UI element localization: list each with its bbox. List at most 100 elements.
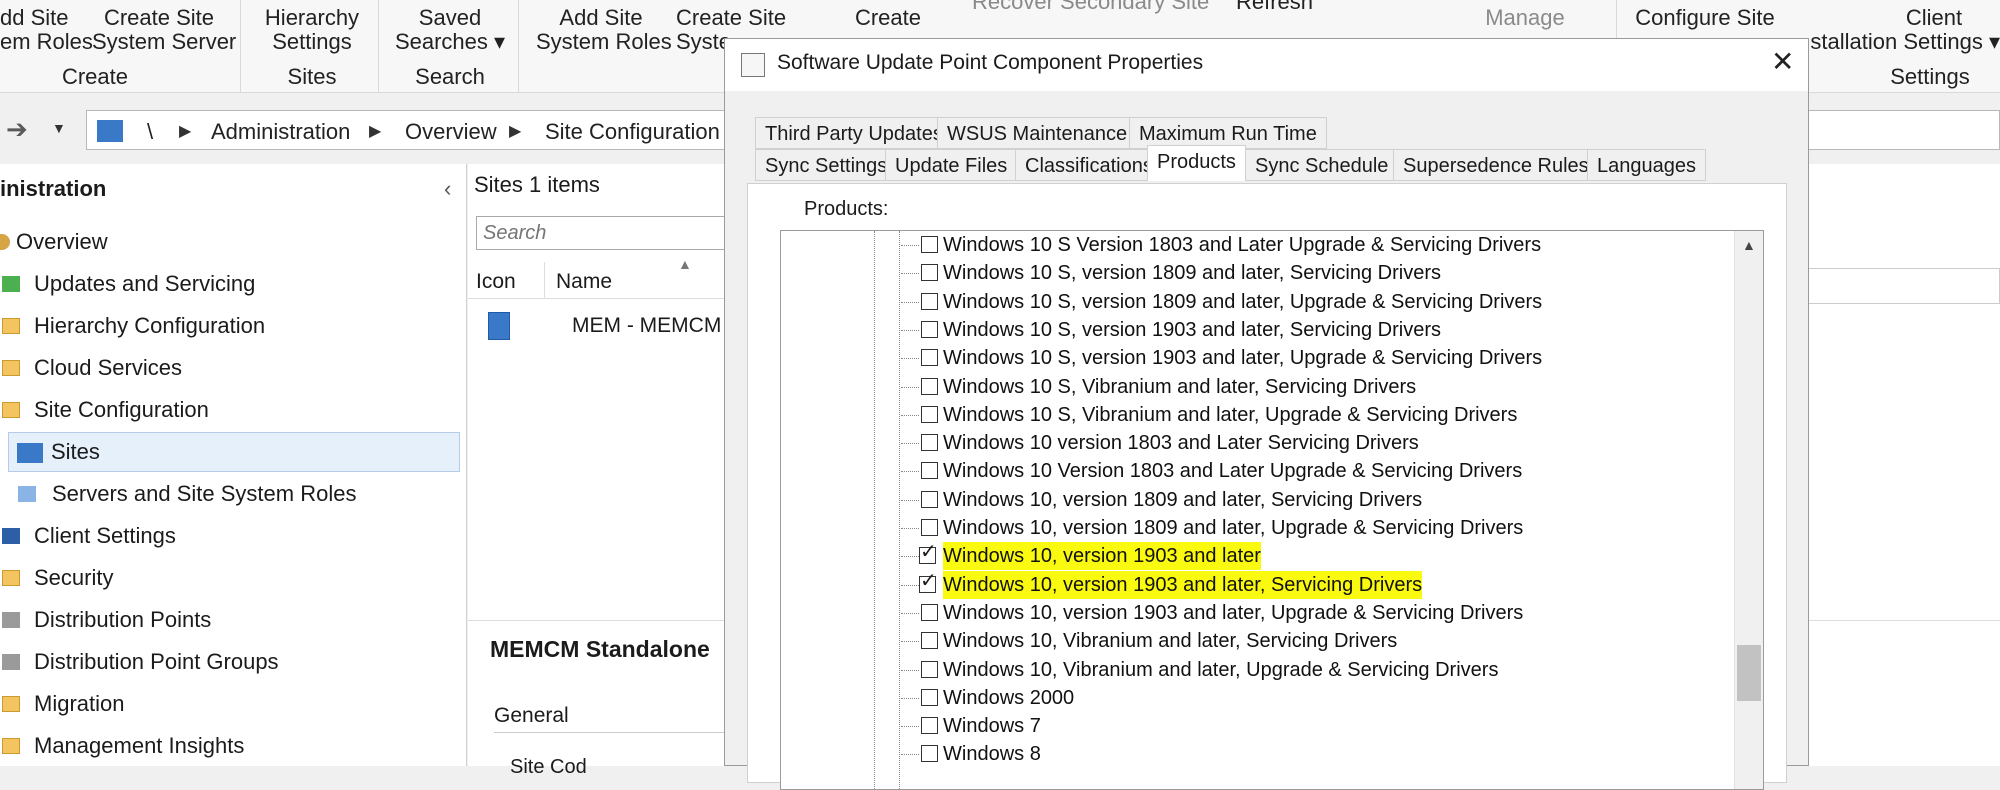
product-checkbox[interactable] bbox=[921, 717, 938, 734]
saved-searches-button[interactable]: Saved Searches ▾ bbox=[390, 6, 510, 54]
product-checkbox[interactable] bbox=[921, 661, 938, 678]
product-item[interactable]: Windows 2000 bbox=[943, 684, 1074, 712]
product-checkbox[interactable] bbox=[921, 264, 938, 281]
manage-button[interactable]: Manage bbox=[1480, 6, 1570, 30]
nav-item-site-configuration[interactable]: Site Configuration bbox=[0, 394, 209, 426]
tab-products[interactable]: Products bbox=[1147, 145, 1246, 181]
add-site-system-roles-button-2[interactable]: Add Site System Roles bbox=[536, 6, 672, 54]
product-checkbox[interactable]: ✓ bbox=[919, 542, 937, 564]
nav-item-updates-and-servicing[interactable]: Updates and Servicing bbox=[0, 268, 255, 300]
tree-connector bbox=[901, 641, 919, 642]
product-checkbox[interactable] bbox=[921, 519, 938, 536]
tab-supersedence-rules[interactable]: Supersedence Rules bbox=[1393, 149, 1599, 181]
column-header-name[interactable]: Name bbox=[556, 270, 612, 294]
product-item[interactable]: Windows 10, version 1903 and later bbox=[943, 542, 1261, 570]
product-item[interactable]: Windows 10 S, Vibranium and later, Servi… bbox=[943, 373, 1416, 401]
product-checkbox[interactable] bbox=[921, 378, 938, 395]
tab-classifications[interactable]: Classifications bbox=[1015, 149, 1163, 181]
refresh-button[interactable]: Refresh bbox=[1236, 0, 1346, 14]
product-item[interactable]: Windows 10, version 1809 and later, Upgr… bbox=[943, 514, 1523, 542]
ribbon-label: em Roles bbox=[0, 29, 93, 54]
product-checkbox[interactable] bbox=[921, 434, 938, 451]
product-checkbox[interactable] bbox=[921, 689, 938, 706]
create-site-system-server-button[interactable]: Create Site System Server bbox=[92, 6, 236, 54]
nav-item-client-settings[interactable]: Client Settings bbox=[0, 520, 176, 552]
breadcrumb-overview[interactable]: Overview bbox=[405, 119, 497, 145]
nav-item-distribution-points[interactable]: Distribution Points bbox=[0, 604, 211, 636]
nav-item-servers-and-site-system-roles[interactable]: Servers and Site System Roles bbox=[18, 478, 356, 510]
product-checkbox[interactable] bbox=[921, 632, 938, 649]
breadcrumb-site-configuration[interactable]: Site Configuration bbox=[545, 119, 720, 145]
product-item[interactable]: Windows 10, Vibranium and later, Servici… bbox=[943, 627, 1397, 655]
scrollbar-thumb[interactable] bbox=[1737, 645, 1761, 701]
product-item[interactable]: Windows 10 Version 1803 and Later Upgrad… bbox=[943, 457, 1522, 485]
column-header-icon[interactable]: Icon bbox=[476, 270, 516, 294]
folder-icon bbox=[2, 570, 20, 586]
collapse-pane-icon[interactable]: ‹ bbox=[444, 176, 451, 202]
product-item[interactable]: Windows 10 version 1803 and Later Servic… bbox=[943, 429, 1419, 457]
recover-secondary-site-button[interactable]: Recover Secondary Site bbox=[972, 0, 1222, 14]
product-checkbox[interactable] bbox=[921, 491, 938, 508]
product-item[interactable]: Windows 10 S, Vibranium and later, Upgra… bbox=[943, 401, 1517, 429]
nav-item-label: Management Insights bbox=[34, 733, 245, 758]
product-item[interactable]: Windows 10 S, version 1809 and later, Up… bbox=[943, 288, 1542, 316]
tab-third-party-updates[interactable]: Third Party Updates bbox=[755, 117, 953, 149]
product-checkbox[interactable] bbox=[921, 745, 938, 762]
product-item[interactable]: Windows 10 S, version 1903 and later, Up… bbox=[943, 344, 1542, 372]
product-checkbox[interactable] bbox=[921, 604, 938, 621]
nav-item-label: Updates and Servicing bbox=[34, 271, 256, 296]
product-checkbox[interactable] bbox=[921, 293, 938, 310]
products-tree[interactable]: Windows 10 S Version 1803 and Later Upgr… bbox=[780, 230, 1764, 790]
nav-item-migration[interactable]: Migration bbox=[0, 688, 124, 720]
details-section-general[interactable]: General bbox=[494, 704, 569, 728]
tab-update-files[interactable]: Update Files bbox=[885, 149, 1018, 181]
product-checkbox[interactable] bbox=[921, 236, 938, 253]
product-checkbox[interactable] bbox=[921, 349, 938, 366]
nav-item-distribution-point-groups[interactable]: Distribution Point Groups bbox=[0, 646, 279, 678]
nav-item-cloud-services[interactable]: Cloud Services bbox=[0, 352, 182, 384]
product-item[interactable]: Windows 10, version 1809 and later, Serv… bbox=[943, 486, 1422, 514]
tree-connector bbox=[899, 231, 900, 789]
product-item[interactable]: Windows 10 S, version 1903 and later, Se… bbox=[943, 316, 1441, 344]
product-checkbox[interactable]: ✓ bbox=[919, 571, 937, 593]
folder-icon bbox=[2, 360, 20, 376]
table-row[interactable]: MEM - MEMCM bbox=[468, 306, 768, 346]
product-item[interactable]: Windows 10 S, version 1809 and later, Se… bbox=[943, 259, 1441, 287]
breadcrumb-root[interactable]: \ bbox=[147, 119, 153, 145]
tab-sync-schedule[interactable]: Sync Schedule bbox=[1245, 149, 1399, 181]
tab-wsus-maintenance[interactable]: WSUS Maintenance bbox=[937, 117, 1138, 149]
tab-sync-settings[interactable]: Sync Settings bbox=[755, 149, 898, 181]
product-item[interactable]: Windows 10, version 1903 and later, Serv… bbox=[943, 571, 1423, 599]
nav-item-sites[interactable]: Sites bbox=[8, 432, 460, 472]
product-checkbox[interactable] bbox=[921, 406, 938, 423]
product-checkbox[interactable] bbox=[921, 462, 938, 479]
product-item[interactable]: Windows 10, version 1903 and later, Upgr… bbox=[943, 599, 1523, 627]
nav-item-label: Overview bbox=[16, 229, 108, 254]
tab-languages[interactable]: Languages bbox=[1587, 149, 1706, 181]
product-checkbox[interactable] bbox=[921, 321, 938, 338]
history-dropdown-icon[interactable]: ▼ bbox=[52, 120, 66, 136]
configure-site-button[interactable]: Configure Site bbox=[1630, 6, 1780, 30]
nav-item-label: Site Configuration bbox=[34, 397, 209, 422]
product-item[interactable]: Windows 7 bbox=[943, 712, 1041, 740]
nav-item-management-insights[interactable]: Management Insights bbox=[0, 730, 244, 762]
hierarchy-settings-button[interactable]: Hierarchy Settings bbox=[252, 6, 372, 54]
client-installation-settings-button[interactable]: Client stallation Settings ▾ bbox=[1808, 6, 2000, 54]
console-root-icon bbox=[97, 120, 123, 142]
details-title: MEMCM Standalone bbox=[490, 636, 710, 662]
breadcrumb-administration[interactable]: Administration bbox=[211, 119, 350, 145]
nav-item-hierarchy-configuration[interactable]: Hierarchy Configuration bbox=[0, 310, 265, 342]
add-site-system-roles-button[interactable]: dd Site em Roles bbox=[0, 6, 93, 54]
vertical-scrollbar[interactable]: ▲ bbox=[1734, 231, 1763, 789]
product-item[interactable]: Windows 10 S Version 1803 and Later Upgr… bbox=[943, 231, 1541, 259]
create-button[interactable]: Create bbox=[848, 6, 928, 30]
ribbon-label: Searches ▾ bbox=[394, 29, 506, 54]
nav-item-security[interactable]: Security bbox=[0, 562, 113, 594]
product-item[interactable]: Windows 8 bbox=[943, 740, 1041, 768]
nav-item-overview[interactable]: Overview bbox=[0, 226, 108, 258]
product-item[interactable]: Windows 10, Vibranium and later, Upgrade… bbox=[943, 656, 1498, 684]
close-icon[interactable]: ✕ bbox=[1771, 45, 1794, 78]
scroll-up-icon[interactable]: ▲ bbox=[1742, 237, 1756, 253]
forward-arrow-icon[interactable]: ➔ bbox=[6, 114, 28, 145]
folder-icon bbox=[2, 738, 20, 754]
